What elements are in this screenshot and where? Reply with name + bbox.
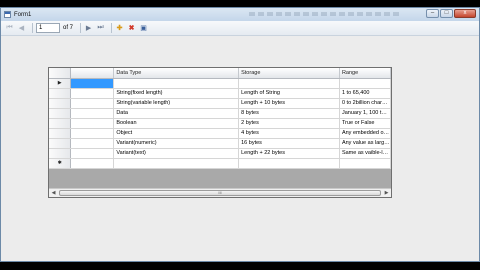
move-next-icon[interactable]: ▶ — [84, 24, 93, 33]
cell-blank[interactable] — [70, 118, 115, 129]
cell-storage[interactable]: Length + 22 bytes — [238, 148, 340, 159]
row-header[interactable] — [49, 148, 72, 159]
cell-data-type[interactable]: Object — [113, 128, 240, 139]
binding-navigator: ⏮ ◀ 1 of 7 ▶ ⏭ ✚ ✖ ▣ — [1, 21, 479, 36]
corner-header[interactable] — [49, 68, 72, 79]
column-header-blank[interactable] — [70, 68, 115, 79]
cell-range[interactable]: True or False — [339, 118, 392, 129]
table-row[interactable]: Boolean 2 bytes True or False — [49, 118, 392, 129]
cell-range[interactable]: 1 to 65,400 — [339, 88, 392, 99]
table-row[interactable]: ▶ — [49, 78, 392, 89]
title-bar-ghost-text — [249, 12, 399, 16]
cell-data-type[interactable]: Variant(text) — [113, 148, 240, 159]
toolbar-separator — [32, 23, 33, 33]
cell-data-type[interactable] — [113, 158, 240, 169]
cell-data-type[interactable]: Boolean — [113, 118, 240, 129]
row-header[interactable] — [49, 108, 72, 119]
move-previous-icon[interactable]: ◀ — [17, 24, 26, 33]
cell-blank[interactable] — [70, 98, 115, 109]
row-header[interactable]: ▶ — [49, 78, 72, 89]
count-label: of 7 — [63, 25, 74, 31]
cell-blank[interactable] — [70, 128, 115, 139]
move-first-icon[interactable]: ⏮ — [5, 24, 14, 33]
cell-data-type[interactable]: Variant(numeric) — [113, 138, 240, 149]
cell-blank[interactable] — [70, 88, 115, 99]
cell-blank[interactable] — [70, 78, 115, 89]
row-header[interactable] — [49, 138, 72, 149]
cell-blank[interactable] — [70, 138, 115, 149]
grid-header-row: Data Type Storage Range — [49, 68, 392, 79]
scroll-right-icon[interactable]: ▶ — [382, 189, 391, 197]
scroll-thumb[interactable]: III — [59, 190, 381, 196]
window-title: Form1 — [14, 11, 32, 18]
maximize-button[interactable]: □ — [440, 9, 453, 18]
minimize-button[interactable]: – — [426, 9, 439, 18]
row-header[interactable]: ✱ — [49, 158, 72, 169]
cell-storage[interactable] — [238, 158, 340, 169]
cell-blank[interactable] — [70, 158, 115, 169]
cell-storage[interactable]: 4 bytes — [238, 128, 340, 139]
data-grid: Data Type Storage Range ▶ String(fixed le… — [48, 67, 392, 198]
cell-data-type[interactable]: Data — [113, 108, 240, 119]
cell-blank[interactable] — [70, 148, 115, 159]
cell-storage[interactable]: Length of String — [238, 88, 340, 99]
title-bar[interactable]: Form1 – □ x — [1, 8, 479, 21]
horizontal-scrollbar[interactable]: ◀ III ▶ — [49, 188, 391, 197]
row-header[interactable] — [49, 128, 72, 139]
table-row[interactable]: String(variable length) Length + 10 bytes… — [49, 98, 392, 109]
window-controls: – □ x — [426, 9, 476, 18]
cell-range[interactable] — [339, 158, 392, 169]
cell-storage[interactable]: Length + 10 bytes — [238, 98, 340, 109]
cell-range[interactable] — [339, 78, 392, 89]
grid-table: Data Type Storage Range ▶ String(fixed le… — [49, 68, 392, 169]
table-row[interactable]: Variant(text) Length + 22 bytes Same as va… — [49, 148, 392, 159]
table-row[interactable]: Data 8 bytes January 1, 100 t… — [49, 108, 392, 119]
cell-storage[interactable]: 8 bytes — [238, 108, 340, 119]
table-row[interactable]: Variant(numeric) 16 bytes Any value as lar… — [49, 138, 392, 149]
move-last-icon[interactable]: ⏭ — [96, 24, 105, 33]
cell-storage[interactable]: 2 bytes — [238, 118, 340, 129]
toolbar-separator — [80, 23, 82, 33]
table-row[interactable]: String(fixed length) Length of String 1 to… — [49, 88, 392, 99]
column-header-data-type[interactable]: Data Type — [113, 68, 240, 79]
position-input[interactable]: 1 — [36, 23, 60, 33]
row-header[interactable] — [49, 88, 72, 99]
cell-data-type[interactable]: String(variable length) — [113, 98, 240, 109]
cell-range[interactable]: Same as vaible-l… — [339, 148, 392, 159]
table-row[interactable]: Object 4 bytes Any embedded o… — [49, 128, 392, 139]
cell-data-type[interactable]: String(fixed length) — [113, 88, 240, 99]
row-header[interactable] — [49, 98, 72, 109]
add-new-icon[interactable]: ✚ — [115, 24, 124, 33]
cell-data-type[interactable] — [113, 78, 240, 89]
cell-range[interactable]: Any embedded o… — [339, 128, 392, 139]
table-row[interactable]: ✱ — [49, 158, 392, 169]
form-window: Form1 – □ x ⏮ ◀ 1 of 7 ▶ ⏭ ✚ ✖ ▣ Data Ty… — [0, 7, 480, 262]
column-header-storage[interactable]: Storage — [238, 68, 340, 79]
row-header[interactable] — [49, 118, 72, 129]
save-icon[interactable]: ▣ — [139, 24, 148, 33]
cell-range[interactable]: Any value as larg… — [339, 138, 392, 149]
cell-range[interactable]: 0 to 2billion char… — [339, 98, 392, 109]
cell-range[interactable]: January 1, 100 t… — [339, 108, 392, 119]
close-button[interactable]: x — [454, 9, 476, 18]
cell-storage[interactable] — [238, 78, 340, 89]
cell-blank[interactable] — [70, 108, 115, 119]
cell-storage[interactable]: 16 bytes — [238, 138, 340, 149]
delete-icon[interactable]: ✖ — [127, 24, 136, 33]
toolbar-separator — [111, 23, 113, 33]
column-header-range[interactable]: Range — [339, 68, 392, 79]
form-icon — [4, 11, 11, 18]
scroll-left-icon[interactable]: ◀ — [49, 189, 58, 197]
